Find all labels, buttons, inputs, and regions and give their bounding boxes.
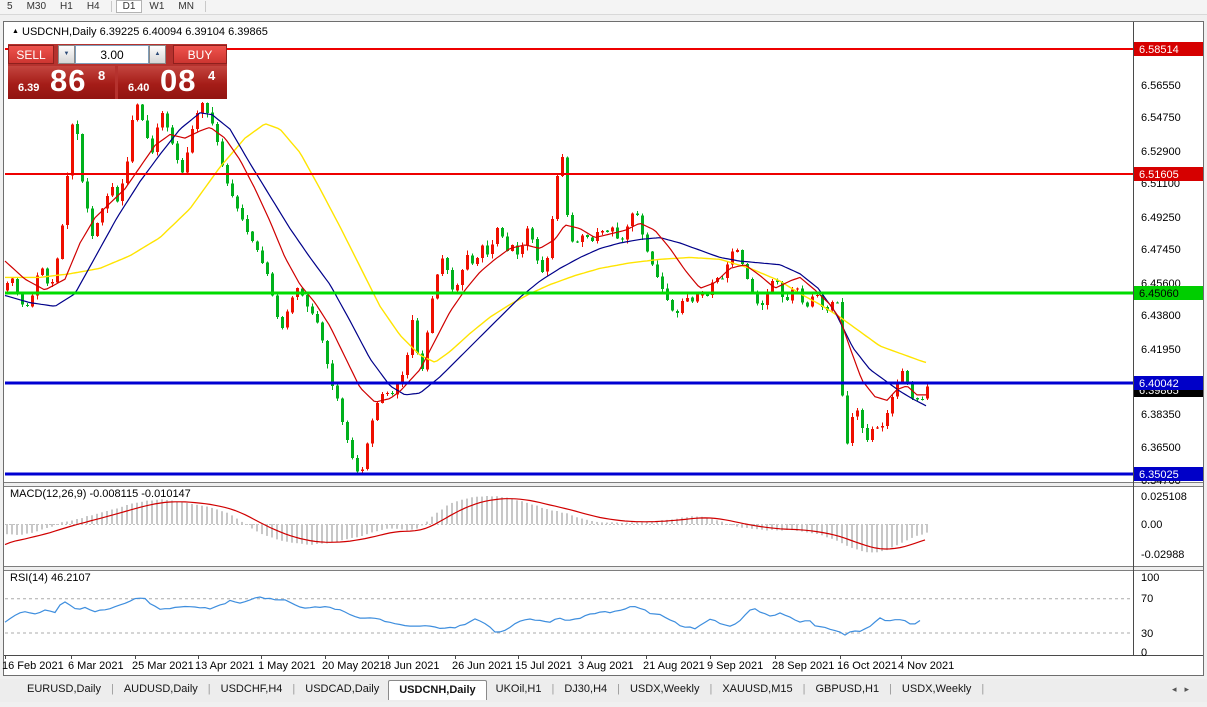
price-axis-tick-label: 6.36500 [1141, 442, 1181, 454]
triangle-up-icon: ▲ [155, 51, 161, 57]
date-axis-label: 20 May 2021 [322, 660, 386, 672]
rsi-axis-label: 30 [1141, 628, 1153, 640]
price-axis-tick-label: 6.52900 [1141, 146, 1181, 158]
date-axis-label: 9 Sep 2021 [707, 660, 763, 672]
volume-decrease-button[interactable]: ▼ [58, 45, 75, 64]
date-axis-label: 28 Sep 2021 [772, 660, 834, 672]
rsi-axis-label: 100 [1141, 572, 1159, 584]
rsi-indicator-label: RSI(14) 46.2107 [10, 572, 91, 584]
date-axis-label: 1 May 2021 [258, 660, 315, 672]
date-axis-label: 4 Nov 2021 [898, 660, 954, 672]
chart-title: ▲ USDCNH,Daily 6.39225 6.40094 6.39104 6… [12, 26, 268, 38]
level-badge-6.51605: 6.51605 [1139, 169, 1179, 181]
date-axis-label: 25 Mar 2021 [132, 660, 194, 672]
date-axis-label: 16 Oct 2021 [837, 660, 897, 672]
chart-canvas[interactable]: 6.565506.547506.529006.511006.492506.474… [0, 0, 1207, 707]
buy-price-pip: 4 [208, 68, 215, 83]
macd-axis-label: 0.025108 [1141, 491, 1187, 503]
chart-ohlc-readout: 6.39225 6.40094 6.39104 6.39865 [100, 26, 268, 38]
price-axis-tick-label: 6.43800 [1141, 310, 1181, 322]
symbol-collapse-icon[interactable]: ▲ [12, 28, 19, 35]
level-badge-6.58514: 6.58514 [1139, 44, 1179, 56]
date-axis-label: 16 Feb 2021 [2, 660, 64, 672]
price-axis-tick-label: 6.49250 [1141, 212, 1181, 224]
ma-line-slow-yellow [5, 124, 926, 362]
date-axis-label: 13 Apr 2021 [195, 660, 254, 672]
date-axis-label: 26 Jun 2021 [452, 660, 513, 672]
date-axis-label: 8 Jun 2021 [385, 660, 439, 672]
price-axis-tick-label: 6.56550 [1141, 80, 1181, 92]
sell-price-prefix: 6.39 [18, 82, 39, 94]
sell-price-main: 86 [50, 63, 86, 99]
date-axis-label: 15 Jul 2021 [515, 660, 572, 672]
buy-price-panel[interactable]: 6.40 08 4 [118, 66, 227, 99]
horizontal-levels-layer[interactable] [5, 49, 1133, 474]
level-badge-6.35025: 6.35025 [1139, 469, 1179, 481]
rsi-axis-label: 70 [1141, 593, 1153, 605]
ma-line-fast-red [5, 128, 926, 402]
moving-averages-layer [5, 113, 926, 406]
volume-increase-button[interactable]: ▲ [149, 45, 166, 64]
macd-axis-label: 0.00 [1141, 519, 1162, 531]
price-axis-tick-label: 6.47450 [1141, 244, 1181, 256]
buy-button[interactable]: BUY [173, 45, 227, 64]
level-badge-6.45060: 6.45060 [1139, 288, 1179, 300]
rsi-line [5, 597, 920, 635]
price-axis-tick-label: 6.38350 [1141, 409, 1181, 421]
sell-price-panel[interactable]: 6.39 86 8 [8, 66, 115, 99]
level-badge-6.40042: 6.40042 [1139, 378, 1179, 390]
date-axis-label: 6 Mar 2021 [68, 660, 124, 672]
ma-line-medium-blue [5, 113, 926, 406]
sell-price-pip: 8 [98, 68, 105, 83]
indicator-layer [5, 496, 1133, 635]
date-axis-label: 21 Aug 2021 [643, 660, 705, 672]
macd-indicator-label: MACD(12,26,9) -0.008115 -0.010147 [10, 488, 191, 500]
sell-button[interactable]: SELL [8, 45, 54, 64]
price-axis-tick-label: 6.54750 [1141, 112, 1181, 124]
triangle-down-icon: ▼ [64, 51, 70, 57]
one-click-trade-panel: SELL ▼ ▲ BUY 6.39 86 8 6.40 08 4 [8, 44, 227, 99]
price-axis-tick-label: 6.41950 [1141, 344, 1181, 356]
buy-price-main: 08 [160, 63, 196, 99]
volume-input[interactable] [75, 45, 149, 64]
chart-symbol-label: USDCNH,Daily [22, 26, 97, 38]
buy-price-prefix: 6.40 [128, 82, 149, 94]
panel-frames [4, 22, 1203, 656]
macd-axis-label: -0.02988 [1141, 549, 1184, 561]
date-axis-label: 3 Aug 2021 [578, 660, 634, 672]
rsi-axis-label: 0 [1141, 647, 1147, 659]
